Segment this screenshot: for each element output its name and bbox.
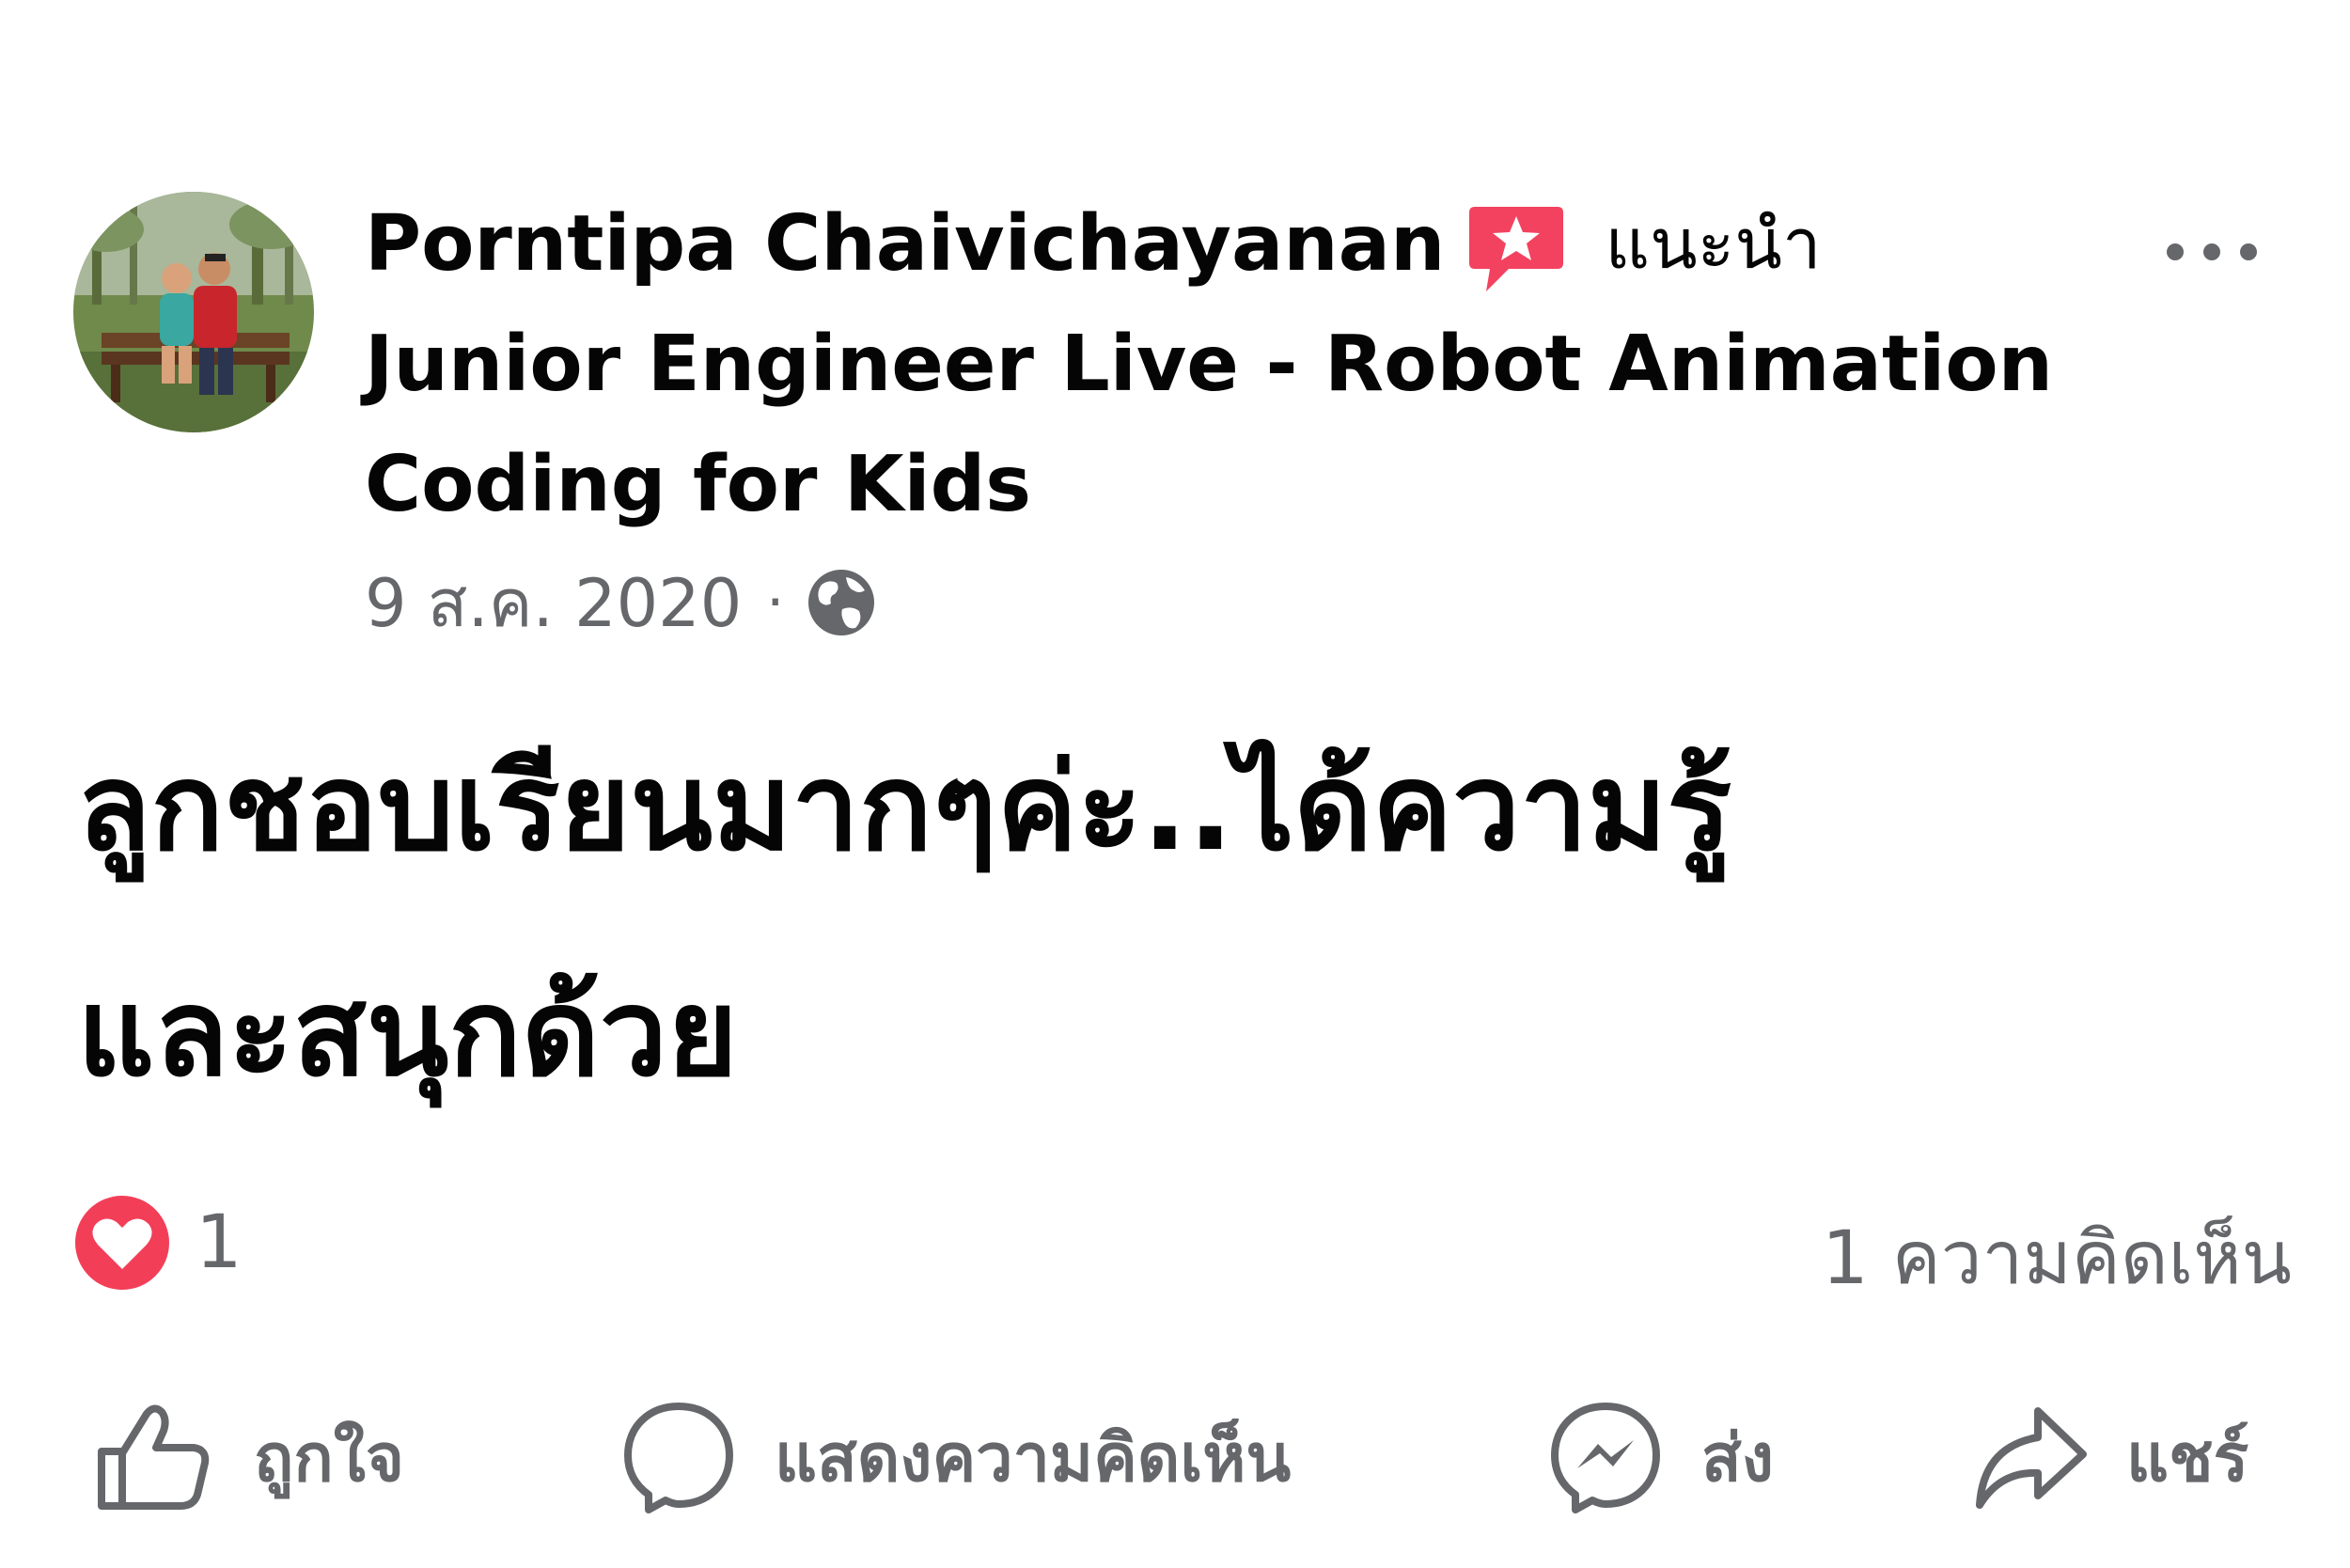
profile-photo [73, 192, 314, 432]
send-label: ส่ง [1701, 1419, 1774, 1497]
avatar[interactable] [73, 192, 314, 432]
share-button[interactable]: แชร์ [1972, 1391, 2248, 1523]
page-name-line-1[interactable]: Junior Engineer Live - Robot Animation [365, 305, 2151, 425]
header-text: Porntipa Chaivichayanan แนะนำ Junior Eng… [365, 184, 2151, 658]
post-meta: 9 ส.ค. 2020 · [365, 547, 2151, 658]
post-text-line-1: ลูกชอบเรียนมากๆค่ะ..ได้ความรู้ [77, 738, 1732, 878]
badge-label: แนะนำ [1605, 204, 1822, 285]
post-card: Porntipa Chaivichayanan แนะนำ Junior Eng… [0, 0, 2350, 1568]
reaction-count: 1 [196, 1200, 243, 1285]
globe-icon [805, 566, 878, 639]
action-bar: ถูกใจ แสดงความคิดเห็น ส่ง แชร์ [0, 1391, 2350, 1523]
post-header: Porntipa Chaivichayanan แนะนำ Junior Eng… [73, 184, 2292, 642]
messenger-icon [1551, 1403, 1660, 1513]
thumbs-up-icon [98, 1404, 210, 1510]
post-date[interactable]: 9 ส.ค. 2020 [365, 551, 742, 655]
comment-button[interactable]: แสดงความคิดเห็น [620, 1391, 1291, 1523]
author-row: Porntipa Chaivichayanan แนะนำ [365, 184, 2151, 305]
comment-count[interactable]: 1 ความคิดเห็น [1822, 1200, 2292, 1316]
like-label: ถูกใจ [254, 1419, 404, 1497]
more-options-icon[interactable] [2160, 233, 2264, 271]
rising-star-badge-icon [1465, 203, 1567, 297]
post-content: ลูกชอบเรียนมากๆค่ะ..ได้ความรู้ และสนุกด้… [77, 696, 2277, 1147]
send-button[interactable]: ส่ง [1547, 1391, 1774, 1523]
share-arrow-icon [1976, 1407, 2087, 1509]
meta-separator: · [766, 570, 785, 635]
comment-bubble-icon [624, 1403, 733, 1513]
author-name[interactable]: Porntipa Chaivichayanan [365, 184, 1445, 305]
post-stats: 1 1 ความคิดเห็น [73, 1194, 2292, 1301]
like-button[interactable]: ถูกใจ [94, 1391, 404, 1523]
share-label: แชร์ [2126, 1419, 2249, 1497]
reaction-summary[interactable]: 1 [73, 1194, 243, 1292]
post-text-line-2: และสนุกด้วย [77, 964, 738, 1104]
page-name-line-2[interactable]: Coding for Kids [365, 425, 2151, 545]
heart-reaction-icon [75, 1196, 169, 1290]
comment-label: แสดงความคิดเห็น [775, 1419, 1292, 1497]
